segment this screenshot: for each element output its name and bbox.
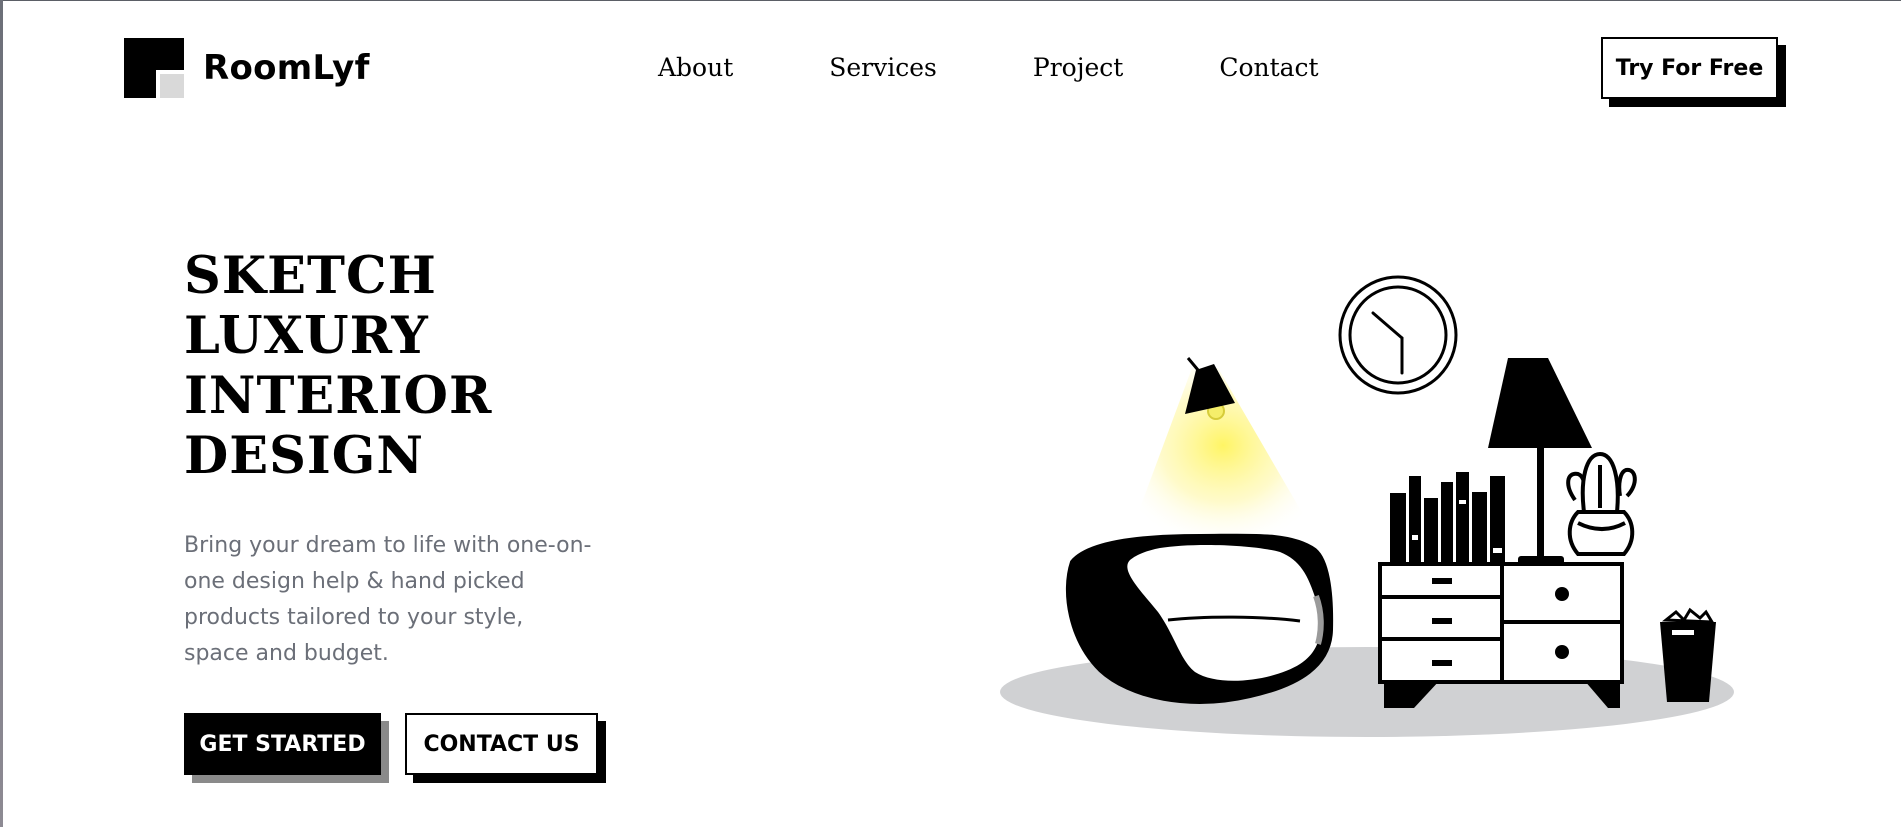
contact-us-container: CONTACT US [405,713,606,783]
brand-logo[interactable]: RoomLyf [124,38,370,98]
brand-name: RoomLyf [203,48,370,88]
nav-about[interactable]: About [658,50,733,86]
try-for-free-button[interactable]: Try For Free [1601,37,1778,99]
hero-description: Bring your dream to life with one-on-one… [184,533,592,666]
logo-icon [124,38,184,98]
hero-title-line: INTERIOR [184,366,493,426]
nav-contact[interactable]: Contact [1219,50,1318,86]
hero-title-line: DESIGN [184,426,424,486]
waste-basket-icon [1660,607,1716,702]
try-for-free-container: Try For Free [1601,37,1786,107]
get-started-button[interactable]: GET STARTED [184,713,381,775]
cactus-plant-icon [1566,451,1637,556]
nav-project[interactable]: Project [1033,50,1123,86]
hero-title-line: LUXURY [184,306,429,366]
armchair-icon [1065,533,1334,704]
clock-icon [1338,275,1458,395]
window-edge-top [0,0,1901,1]
hero-illustration [1000,275,1734,737]
bookshelf-books-icon [1390,472,1505,565]
hero-title: SKETCH LUXURY INTERIOR DESIGN [184,246,492,486]
get-started-container: GET STARTED [184,713,389,783]
hero-title-line: SKETCH [184,246,437,306]
nav-services[interactable]: Services [829,50,937,86]
main-nav: About Services Project Contact [658,50,1319,86]
window-edge-left [0,0,3,827]
contact-us-button[interactable]: CONTACT US [405,713,598,775]
